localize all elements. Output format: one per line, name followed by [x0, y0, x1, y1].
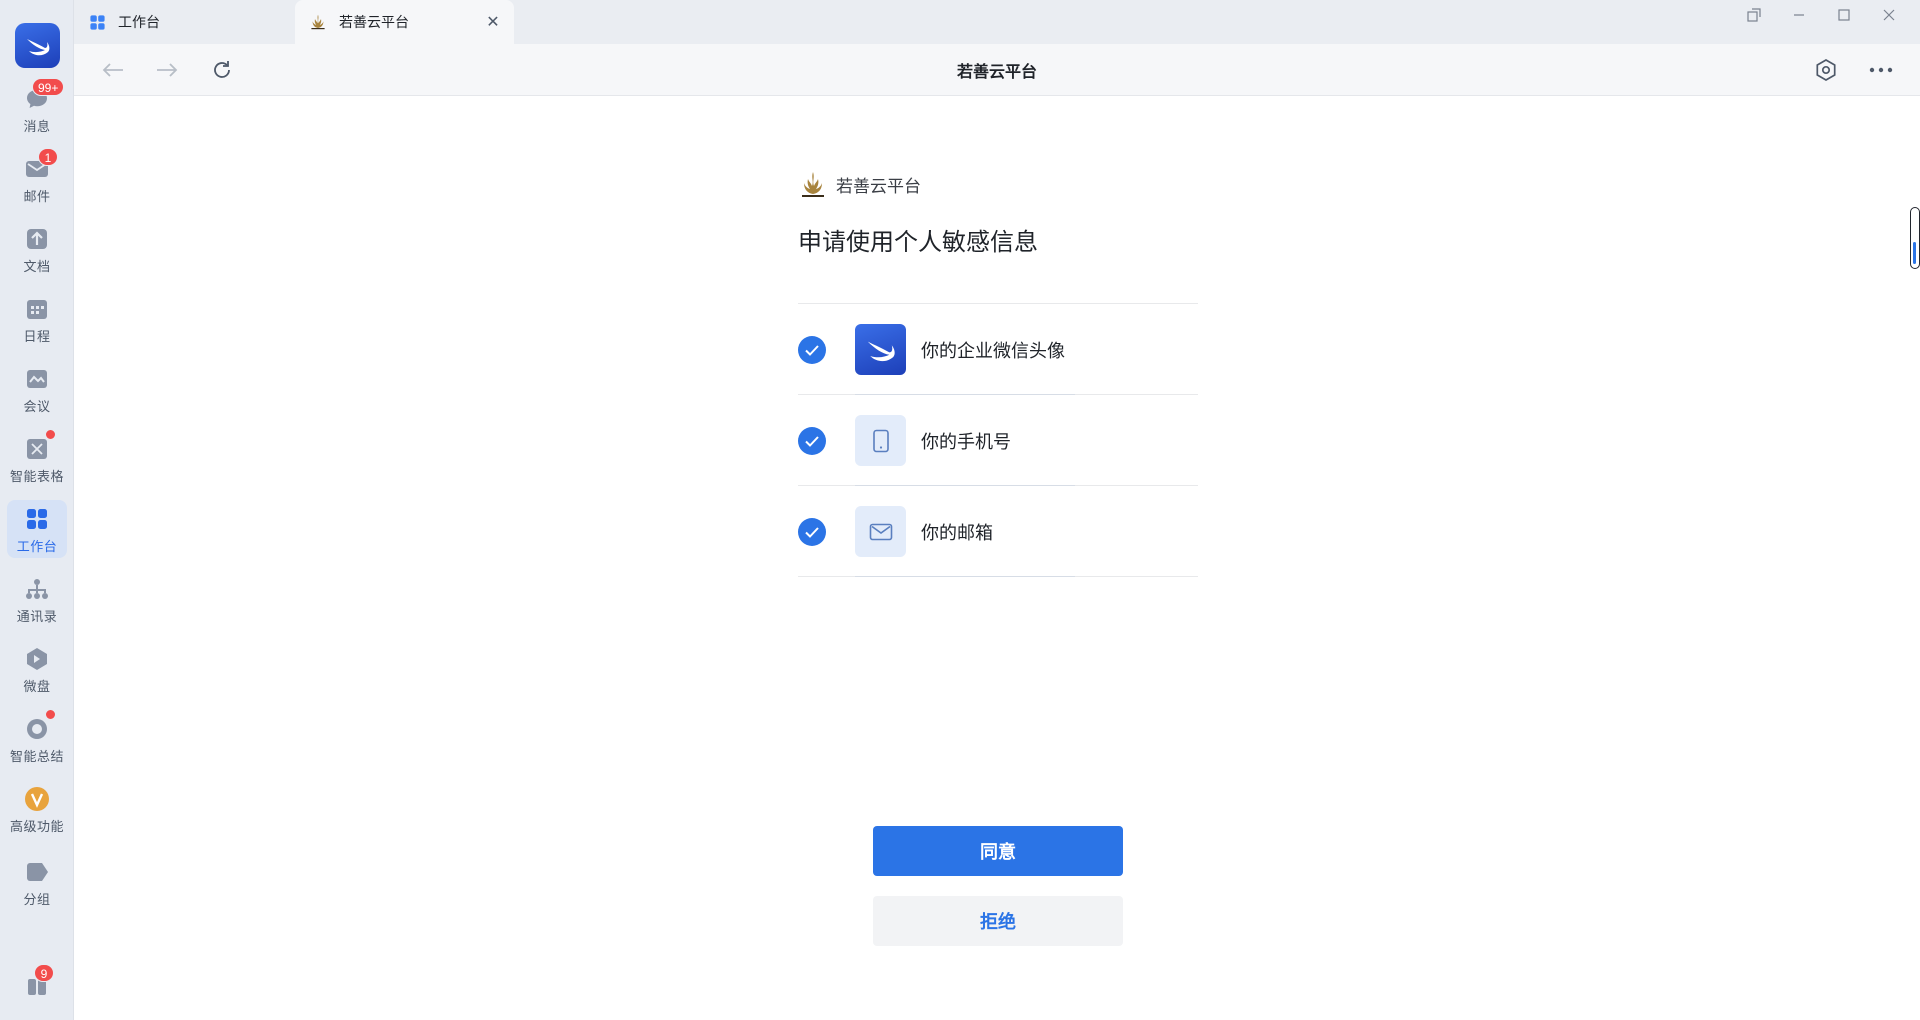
sidebar-item-label: 高级功能 — [9, 820, 64, 835]
vip-badge-icon — [24, 786, 50, 812]
pop-out-icon[interactable] — [1739, 4, 1769, 26]
checkbox-checked[interactable] — [798, 427, 826, 455]
sidebar-item-drive[interactable]: 微盘 — [7, 640, 67, 698]
chat-bubble-icon: 99+ — [24, 78, 65, 112]
permission-item-email: 你的邮箱 — [798, 486, 1198, 577]
permission-label: 你的手机号 — [921, 432, 1011, 453]
permission-label: 你的邮箱 — [921, 523, 993, 544]
item-underline — [855, 576, 1075, 577]
sidebar-item-meeting[interactable]: 会议 — [7, 360, 67, 418]
ruoshan-logo-icon — [802, 172, 824, 197]
sidebar-item-contacts[interactable]: 通讯录 — [7, 570, 67, 628]
maximize-icon[interactable] — [1829, 4, 1859, 26]
sidebar-item-calendar[interactable]: 日程 — [7, 290, 67, 348]
page-title: 若善云平台 — [956, 62, 1037, 81]
sidebar-item-more[interactable]: 9 — [7, 964, 67, 1010]
permission-item-phone: 你的手机号 — [798, 395, 1198, 486]
close-window-icon[interactable] — [1874, 4, 1904, 26]
sidebar-item-docs[interactable]: 文档 — [7, 220, 67, 278]
summary-icon — [24, 709, 56, 742]
smart-sheet-dot — [45, 429, 56, 440]
sidebar-item-messages[interactable]: 99+ 消息 — [7, 78, 67, 138]
app-store-icon: 9 — [24, 964, 54, 998]
sidebar-item-smart-sheet[interactable]: 智能表格 — [7, 429, 67, 488]
sidebar-item-mail[interactable]: 1 邮件 — [7, 148, 67, 208]
sidebar-item-advanced[interactable]: 高级功能 — [7, 780, 67, 838]
sidebar-item-group[interactable]: 分组 — [7, 853, 67, 911]
avatar-icon — [855, 324, 906, 375]
sidebar-item-label: 分组 — [23, 893, 51, 908]
scrollbar[interactable] — [1910, 207, 1920, 269]
more-options-icon[interactable] — [1868, 57, 1894, 83]
grid-apps-icon — [88, 13, 106, 31]
scrollbar-thumb[interactable] — [1913, 242, 1916, 264]
brand-row: 若善云平台 — [798, 169, 921, 199]
reject-button[interactable]: 拒绝 — [873, 896, 1123, 946]
smart-sheet-icon — [24, 429, 56, 462]
envelope-icon — [855, 506, 906, 557]
browser-toolbar: 若善云平台 — [74, 44, 1920, 96]
permission-item-avatar: 你的企业微信头像 — [798, 304, 1198, 395]
more-badge: 9 — [34, 964, 54, 982]
tab-workbench[interactable]: 工作台 — [74, 0, 294, 44]
tab-label: 工作台 — [118, 15, 160, 31]
checkmark-icon — [805, 435, 819, 447]
brand-name: 若善云平台 — [836, 176, 921, 197]
auth-page: 若善云平台 申请使用个人敏感信息 你的企业微信头像 你的手机号 你的邮箱 同意 … — [74, 97, 1920, 1020]
messages-badge: 99+ — [32, 78, 65, 96]
tab-bar: 工作台 若善云平台 ✕ — [74, 0, 1920, 44]
smart-summary-dot — [45, 709, 56, 720]
tab-label: 若善云平台 — [339, 15, 409, 31]
swift-bird-logo-icon — [26, 38, 49, 55]
org-chart-icon — [24, 576, 50, 602]
calendar-icon — [24, 296, 50, 322]
permission-label: 你的企业微信头像 — [921, 341, 1065, 362]
sidebar-item-label: 文档 — [23, 260, 51, 275]
tab-ruoshan[interactable]: 若善云平台 ✕ — [295, 0, 514, 44]
checkbox-checked[interactable] — [798, 518, 826, 546]
sidebar-item-smart-summary[interactable]: 智能总结 — [7, 709, 67, 768]
sidebar-item-label: 会议 — [23, 400, 51, 415]
sidebar-item-label: 工作台 — [16, 540, 58, 555]
sidebar-item-label: 邮件 — [23, 190, 51, 205]
sidebar-item-label: 消息 — [23, 120, 51, 135]
agree-button[interactable]: 同意 — [873, 826, 1123, 876]
ruoshan-logo-icon — [309, 13, 327, 31]
mail-badge: 1 — [38, 148, 58, 166]
tag-icon — [24, 859, 50, 885]
hexagon-settings-icon[interactable] — [1813, 57, 1839, 83]
permission-list: 你的企业微信头像 你的手机号 你的邮箱 — [798, 303, 1198, 577]
grid-apps-icon — [24, 506, 50, 532]
app-logo[interactable] — [15, 23, 60, 68]
minimize-icon[interactable] — [1784, 4, 1814, 26]
mail-icon: 1 — [24, 148, 58, 182]
drive-icon — [24, 646, 50, 672]
sidebar: 99+ 消息 1 邮件 文档 日程 会议 智能表格 工作台 通讯录 微盘 智能总… — [0, 0, 74, 1020]
checkmark-icon — [805, 344, 819, 356]
sidebar-item-label: 智能总结 — [9, 750, 64, 765]
phone-icon — [855, 415, 906, 466]
checkmark-icon — [805, 526, 819, 538]
sidebar-item-workbench[interactable]: 工作台 — [7, 500, 67, 558]
sidebar-item-label: 微盘 — [23, 680, 51, 695]
sidebar-item-label: 通讯录 — [16, 610, 58, 625]
tab-close-icon[interactable]: ✕ — [484, 13, 502, 31]
page-heading: 申请使用个人敏感信息 — [798, 228, 1038, 256]
sidebar-item-label: 日程 — [23, 330, 51, 345]
meeting-icon — [24, 366, 50, 392]
checkbox-checked[interactable] — [798, 336, 826, 364]
document-icon — [24, 226, 50, 252]
sidebar-item-label: 智能表格 — [9, 470, 64, 485]
